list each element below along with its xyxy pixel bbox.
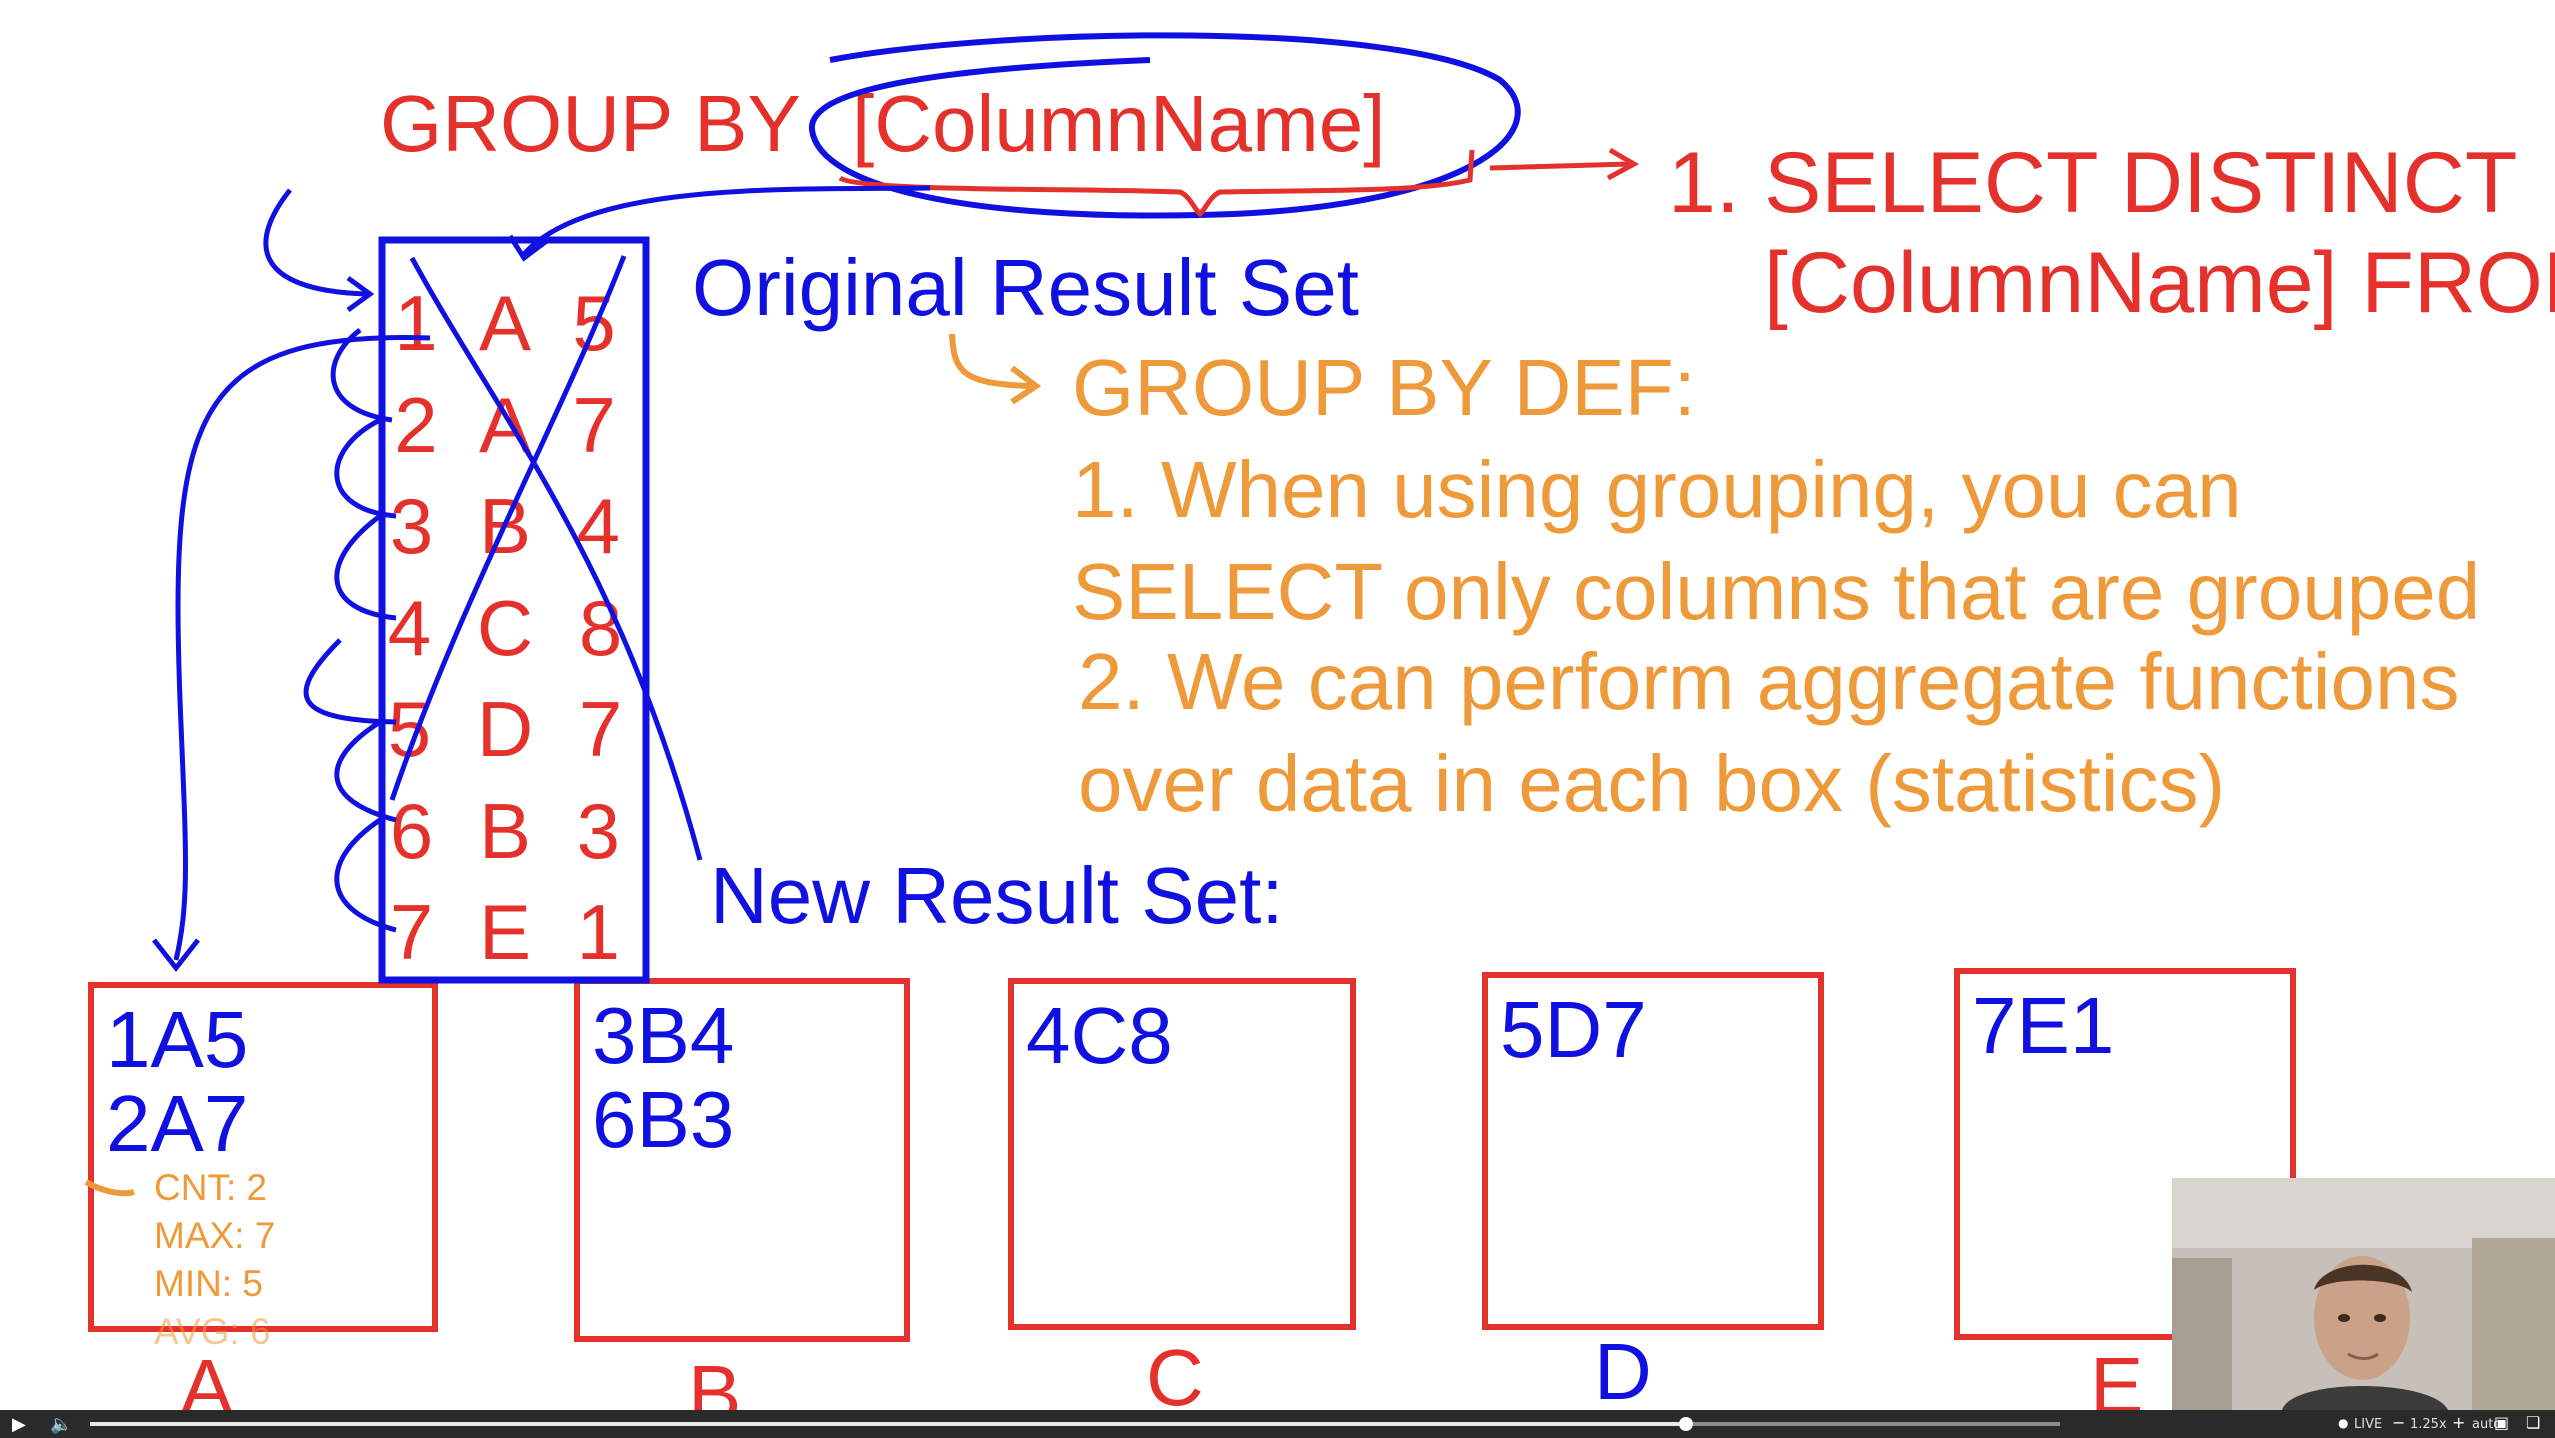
aggregate-stats: CNT: 2 MAX: 7 MIN: 5 AVG: 6 bbox=[154, 1164, 275, 1356]
table-row: 6 B 3 bbox=[389, 787, 633, 875]
group-box-content: 4C8 bbox=[1026, 991, 1173, 1080]
group-by-def-line2: SELECT only columns that are grouped bbox=[1072, 547, 2481, 636]
lecture-video-frame[interactable]: GROUP BY [ColumnName] 1. SELECT DISTINCT… bbox=[0, 0, 2555, 1438]
stat-min: MIN: 5 bbox=[154, 1263, 263, 1304]
seek-progress bbox=[90, 1422, 1686, 1426]
group-label-c: C bbox=[1146, 1333, 1204, 1422]
speed-decrease-icon[interactable]: − bbox=[2392, 1413, 2405, 1432]
step-number: 1. bbox=[1668, 135, 1740, 231]
new-result-set-label: New Result Set: bbox=[710, 851, 1284, 940]
original-result-set-table: 1 A 5 2 A 7 3 B 4 4 C 8 5 D 7 6 B 3 7 E … bbox=[380, 240, 650, 980]
stat-count: CNT: 2 bbox=[154, 1167, 268, 1208]
fullscreen-icon[interactable]: ❏ bbox=[2526, 1413, 2540, 1432]
webcam-overlay bbox=[2172, 1178, 2555, 1410]
original-result-set-label: Original Result Set bbox=[692, 243, 1359, 332]
pointer-arrow bbox=[263, 188, 367, 297]
group-box-b: 3B4 6B3 bbox=[574, 978, 910, 1342]
table-row: 2 A 7 bbox=[394, 381, 628, 469]
volume-icon[interactable]: 🔈 bbox=[50, 1414, 72, 1435]
group-box-content: 7E1 bbox=[1972, 981, 2115, 1070]
table-row: 4 C 8 bbox=[387, 584, 635, 672]
video-player-controls: ▶ 🔈 ● LIVE − 1.25x + auto ▣ ❏ bbox=[0, 1410, 2555, 1438]
live-dot-icon: ● bbox=[2338, 1416, 2349, 1430]
play-icon[interactable]: ▶ bbox=[12, 1414, 26, 1435]
table-row: 7 E 1 bbox=[389, 888, 633, 976]
group-label-d: D bbox=[1594, 1327, 1652, 1416]
speed-increase-icon[interactable]: + bbox=[2452, 1413, 2465, 1432]
group-box-a: 1A5 2A7 CNT: 2 MAX: 7 MIN: 5 AVG: 6 bbox=[88, 982, 438, 1352]
presenter-image bbox=[2172, 1178, 2555, 1410]
table-row: 3 B 4 bbox=[389, 482, 633, 570]
live-label[interactable]: LIVE bbox=[2354, 1417, 2382, 1432]
group-by-def-heading: GROUP BY DEF: bbox=[1072, 343, 1696, 432]
group-by-def-line4: over data in each box (statistics) bbox=[1078, 739, 2226, 828]
group-box-c: 4C8 bbox=[1008, 978, 1356, 1330]
group-by-def-line1: 1. When using grouping, you can bbox=[1072, 445, 2242, 534]
stat-max: MAX: 7 bbox=[154, 1215, 276, 1256]
column-name-placeholder: [ColumnName] bbox=[852, 79, 1386, 168]
select-distinct-line2: [ColumnName] FROM bbox=[1764, 235, 2555, 331]
distinct-arrow bbox=[1489, 161, 1631, 171]
group-by-def-line3: 2. We can perform aggregate functions bbox=[1078, 637, 2460, 726]
grouping-arrowhead bbox=[152, 938, 200, 973]
distinct-arrowhead bbox=[1606, 147, 1640, 181]
group-box-d: 5D7 bbox=[1482, 972, 1824, 1330]
definition-arrow bbox=[949, 333, 1031, 389]
pointer-arrowhead bbox=[346, 275, 375, 313]
table-row: 1 A 5 bbox=[394, 279, 628, 367]
select-distinct-line1: SELECT DISTINCT bbox=[1764, 135, 2518, 231]
picture-in-picture-icon[interactable]: ▣ bbox=[2494, 1413, 2509, 1432]
seek-bar[interactable] bbox=[90, 1417, 2060, 1431]
group-box-content: 5D7 bbox=[1500, 985, 1647, 1074]
definition-arrowhead bbox=[1010, 365, 1042, 405]
group-box-content: 3B4 6B3 bbox=[592, 991, 735, 1164]
group-by-keyword: GROUP BY bbox=[380, 79, 801, 168]
seek-handle[interactable] bbox=[1678, 1417, 1693, 1431]
group-box-content: 1A5 2A7 bbox=[106, 995, 249, 1168]
playback-speed[interactable]: 1.25x bbox=[2410, 1417, 2447, 1432]
table-row: 5 D 7 bbox=[387, 685, 635, 773]
